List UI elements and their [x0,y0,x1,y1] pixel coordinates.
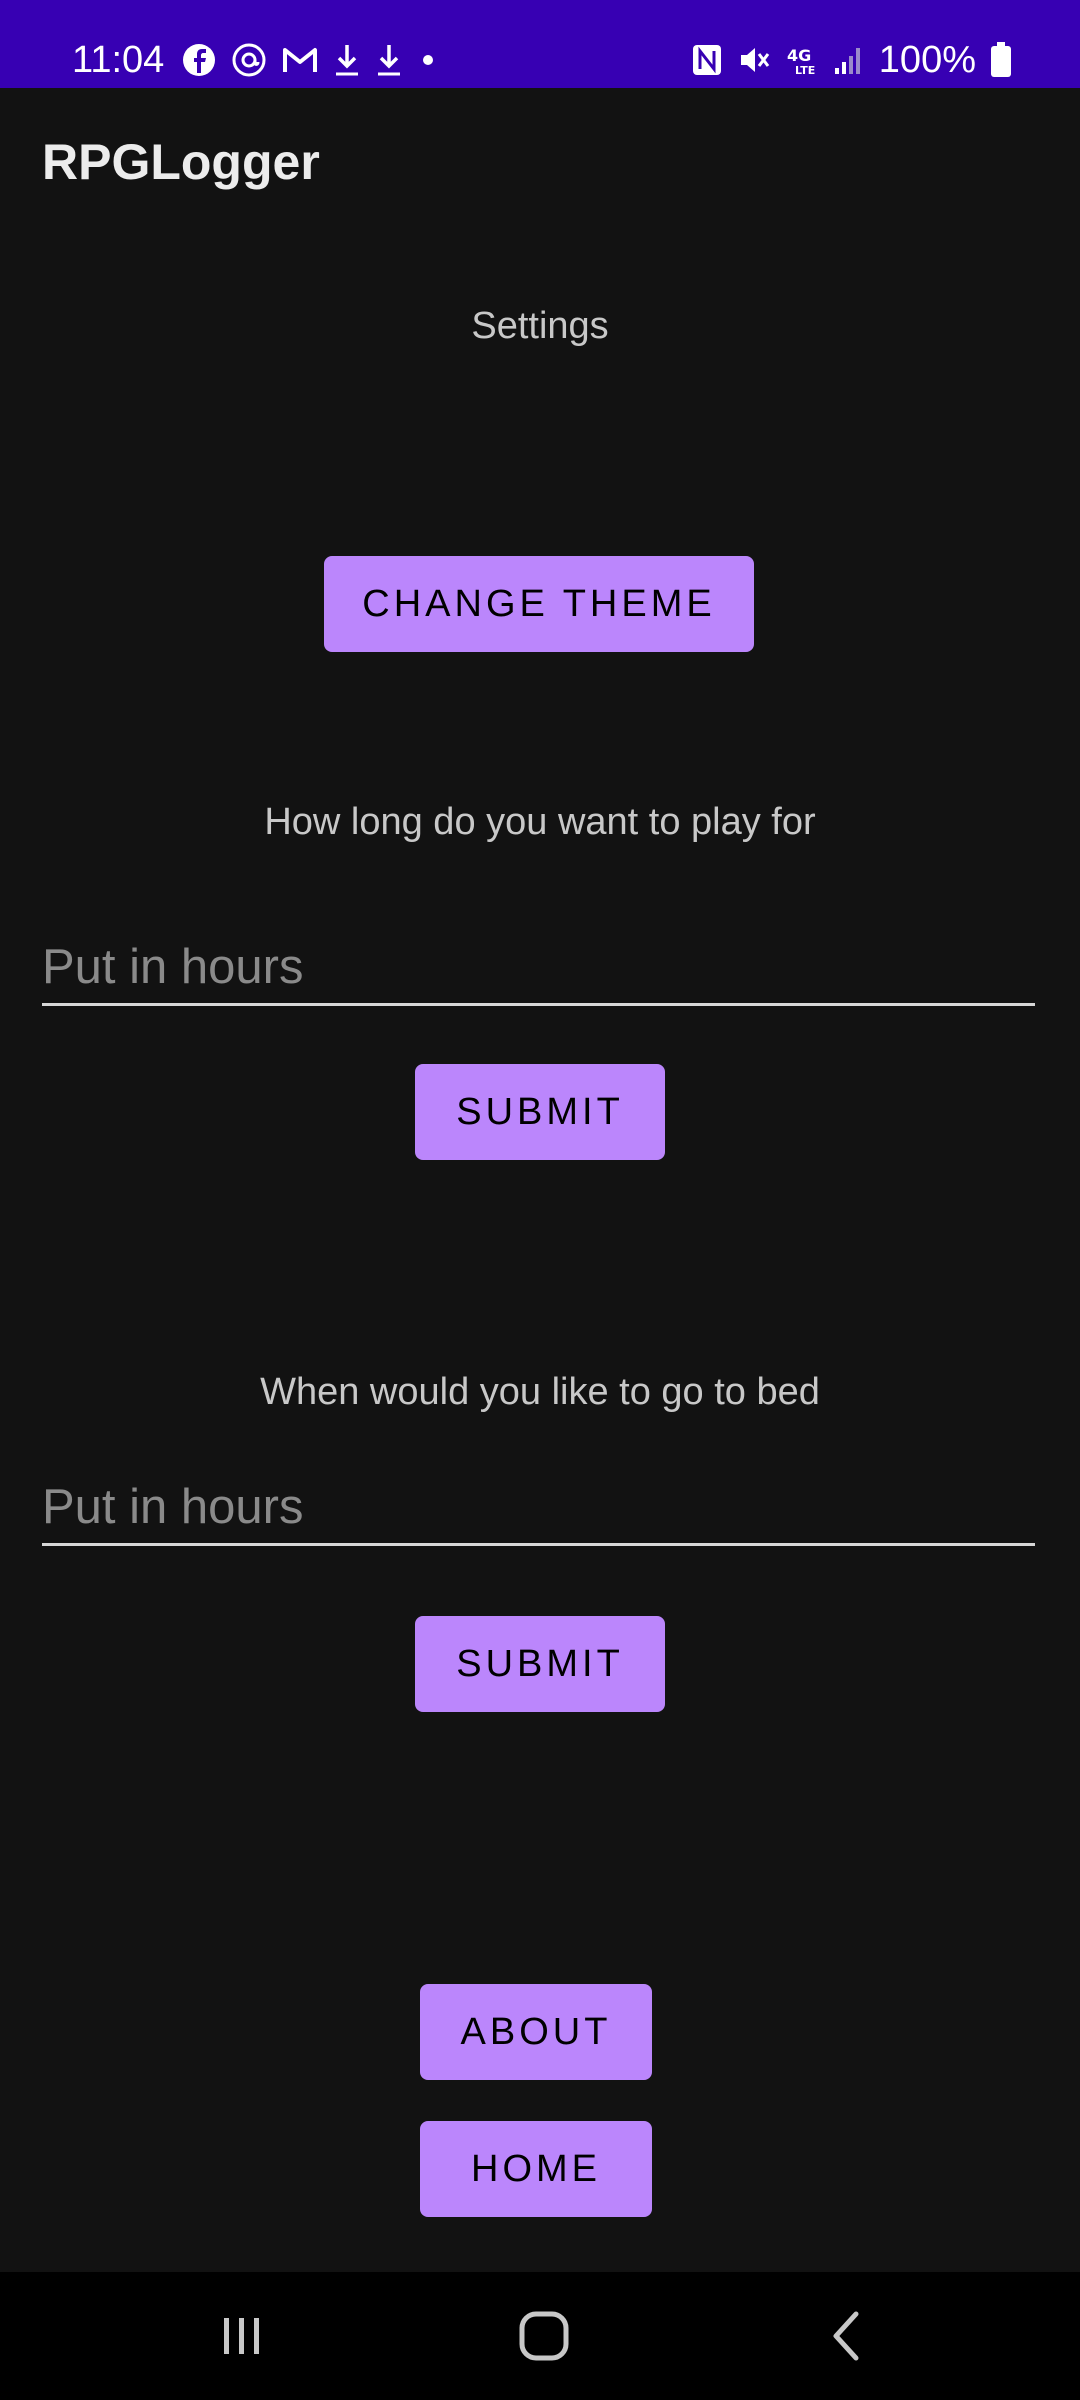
facebook-icon [182,43,216,77]
battery-percentage: 100% [878,39,976,81]
play-duration-prompt: How long do you want to play for [264,801,816,843]
signal-icon [833,44,865,76]
status-bar: 11:04 4G LTE 100% [0,0,1080,88]
gmail-icon [282,45,318,75]
home-nav-button[interactable] [494,2296,594,2376]
play-hours-input[interactable] [42,930,1035,1006]
settings-screen: Settings CHANGE THEME How long do you wa… [0,240,1080,2270]
change-theme-button[interactable]: CHANGE THEME [324,556,754,652]
bedtime-hours-input[interactable] [42,1470,1035,1546]
play-submit-button[interactable]: SUBMIT [415,1064,665,1160]
settings-heading: Settings [471,305,609,347]
recents-button[interactable] [192,2296,292,2376]
recents-icon [218,2312,266,2360]
download-icon [376,43,402,77]
dot-icon [418,50,438,70]
app-title: RPGLogger [42,134,320,190]
about-button[interactable]: ABOUT [420,1984,652,2080]
back-button[interactable] [796,2296,896,2376]
threads-icon [232,43,266,77]
nfc-icon [691,43,723,77]
mute-icon [737,43,771,77]
back-icon [826,2309,866,2363]
svg-text:4G: 4G [787,46,811,65]
svg-text:LTE: LTE [795,64,815,77]
system-nav-bar [0,2272,1080,2400]
bedtime-prompt: When would you like to go to bed [260,1371,820,1413]
status-notification-icons [182,40,438,80]
home-button[interactable]: HOME [420,2121,652,2217]
status-time: 11:04 [72,39,165,81]
home-icon [517,2309,571,2363]
battery-icon [990,42,1012,78]
status-system-icons: 4G LTE 100% [691,36,1012,84]
4g-lte-icon: 4G LTE [785,43,819,77]
bedtime-submit-button[interactable]: SUBMIT [415,1616,665,1712]
app-bar: RPGLogger [0,88,1080,240]
download-icon [334,43,360,77]
